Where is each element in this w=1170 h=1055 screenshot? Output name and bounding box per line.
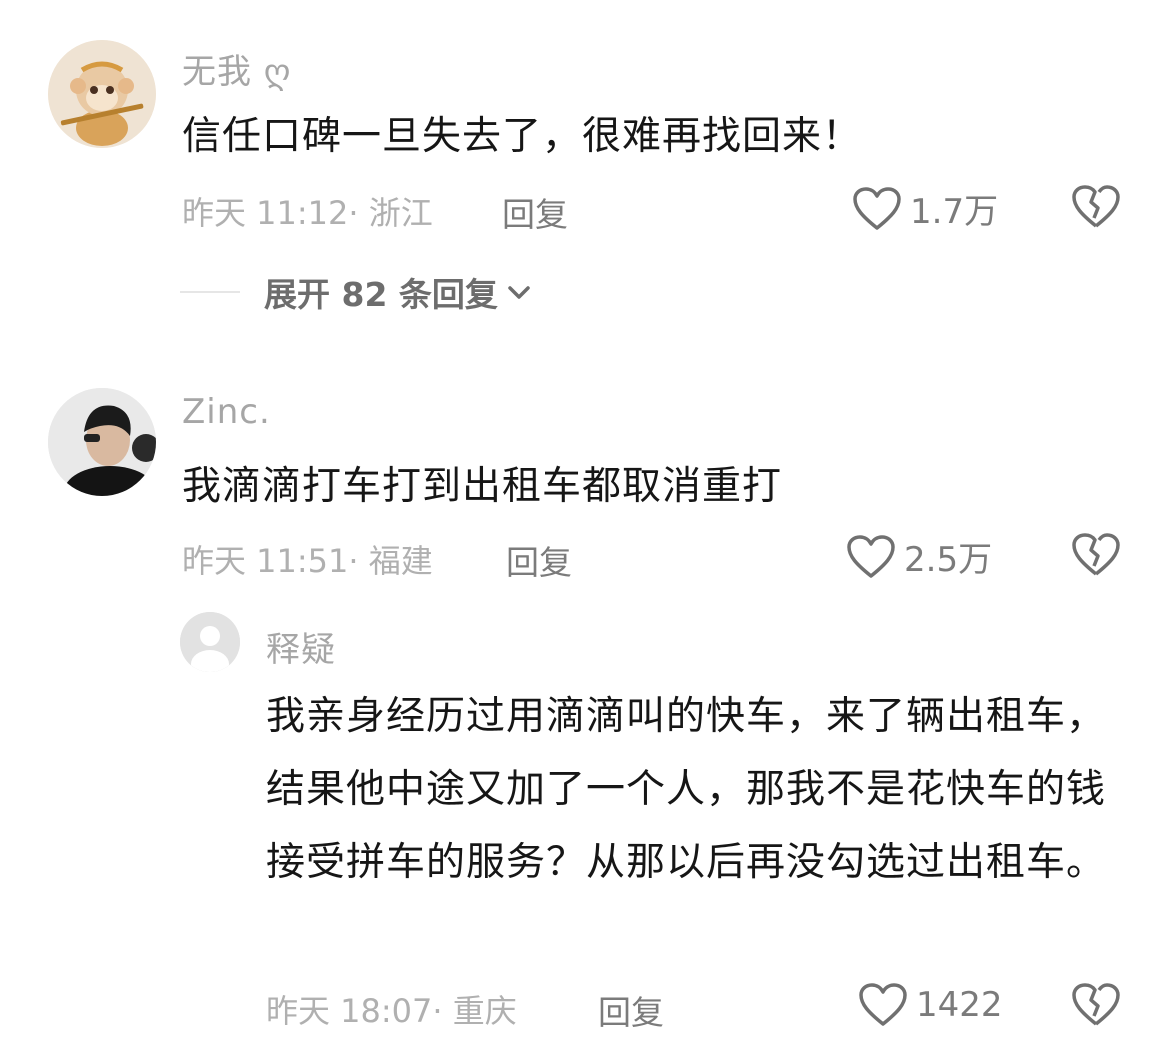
reply-1: 释疑 我亲身经历过用滴滴叫的快车，来了辆出租车，结果他中途又加了一个人，那我不是… <box>0 0 1170 1055</box>
reply-button[interactable]: 回复 <box>598 986 664 1034</box>
reply-text: 我亲身经历过用滴滴叫的快车，来了辆出租车，结果他中途又加了一个人，那我不是花快车… <box>266 694 1107 885</box>
default-avatar-icon <box>180 612 240 672</box>
like-button[interactable]: 1422 <box>858 982 1003 1028</box>
avatar-default[interactable] <box>180 612 240 672</box>
username[interactable]: 释疑 <box>266 622 336 671</box>
dislike-broken-heart-icon[interactable] <box>1072 982 1120 1028</box>
reply-meta: 昨天 18:07· 重庆 <box>266 992 517 1030</box>
like-heart-icon <box>859 983 907 1026</box>
like-count: 1422 <box>916 985 1003 1025</box>
